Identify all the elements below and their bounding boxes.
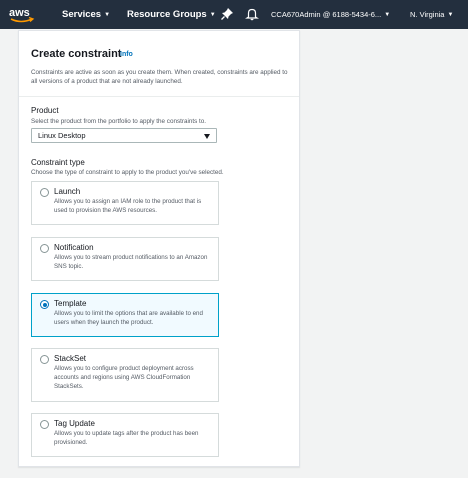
account-label: CCA670Admin @ 6188-5434-6...: [271, 10, 382, 19]
product-select[interactable]: Linux Desktop: [31, 128, 217, 143]
option-description: Allows you to update tags after the prod…: [54, 430, 199, 446]
chevron-down-icon: ▼: [447, 12, 454, 18]
account-menu[interactable]: CCA670Admin @ 6188-5434-6... ▼: [271, 0, 390, 29]
resource-groups-label: Resource Groups: [127, 9, 207, 20]
constraint-option-launch[interactable]: Launch Allows you to assign an IAM role …: [31, 181, 219, 225]
caret-down-icon: [204, 134, 210, 139]
option-description: Allows you to limit the options that are…: [54, 310, 203, 326]
constraint-option-template[interactable]: Template Allows you to limit the options…: [31, 293, 219, 337]
aws-smile-mark: [10, 18, 33, 23]
constraint-option-notification[interactable]: Notification Allows you to stream produc…: [31, 237, 219, 281]
radio-button-selected[interactable]: [40, 300, 49, 309]
panel-title: Create constraint: [31, 48, 122, 60]
product-label: Product: [31, 106, 59, 115]
create-constraint-panel: Create constraint Info Constraints are a…: [18, 30, 300, 467]
option-title: StackSet: [54, 354, 87, 363]
chevron-down-icon: ▼: [384, 12, 391, 18]
option-title: Launch: [54, 187, 81, 196]
option-description: Allows you to assign an IAM role to the …: [54, 198, 202, 214]
chevron-down-icon: ▼: [104, 12, 111, 18]
top-navigation-bar: aws Services ▼ Resource Groups ▼ CCA670Adm…: [0, 0, 468, 29]
aws-logo[interactable]: aws: [8, 4, 38, 26]
option-title: Tag Update: [54, 419, 95, 428]
radio-button[interactable]: [40, 355, 49, 364]
region-menu[interactable]: N. Virginia ▼: [410, 0, 453, 29]
option-description: Allows you to configure product deployme…: [54, 365, 194, 390]
product-select-value: Linux Desktop: [38, 131, 86, 140]
option-title: Notification: [54, 243, 94, 252]
resource-groups-menu[interactable]: Resource Groups ▼: [127, 0, 216, 29]
services-menu[interactable]: Services ▼: [62, 0, 110, 29]
bell-icon[interactable]: [245, 7, 259, 21]
panel-description: Constraints are active as soon as you cr…: [31, 69, 288, 85]
info-link[interactable]: Info: [120, 51, 133, 58]
option-description: Allows you to stream product notificatio…: [54, 254, 208, 270]
option-title: Template: [54, 299, 87, 308]
aws-logo-text: aws: [9, 7, 30, 19]
region-label: N. Virginia: [410, 10, 445, 19]
radio-button[interactable]: [40, 420, 49, 429]
constraint-option-tag-update[interactable]: Tag Update Allows you to update tags aft…: [31, 413, 219, 457]
chevron-down-icon: ▼: [209, 12, 216, 18]
product-hint: Select the product from the portfolio to…: [31, 118, 207, 125]
constraint-type-hint: Choose the type of constraint to apply t…: [31, 169, 224, 176]
divider: [19, 96, 299, 97]
radio-button[interactable]: [40, 244, 49, 253]
constraint-option-stackset[interactable]: StackSet Allows you to configure product…: [31, 348, 219, 402]
services-label: Services: [62, 9, 102, 20]
constraint-type-label: Constraint type: [31, 158, 85, 167]
radio-button[interactable]: [40, 188, 49, 197]
pin-icon[interactable]: [220, 7, 234, 21]
